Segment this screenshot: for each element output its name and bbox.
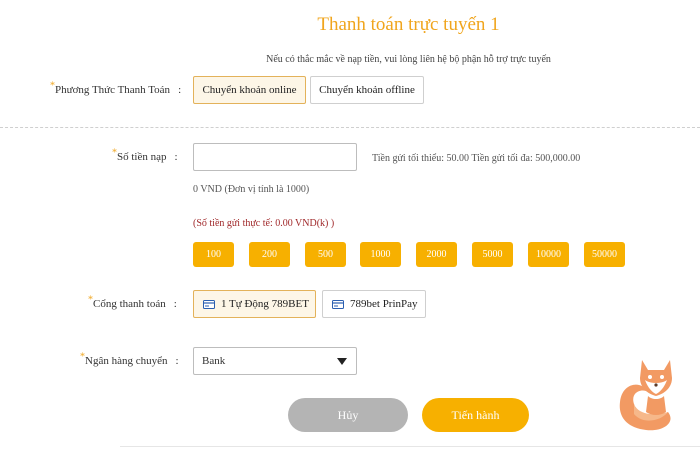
quick-amount-2000[interactable]: 2000 [416,242,457,267]
actual-amount-note: (Số tiền gửi thực tế: 0.00 VND(k) ) [193,218,335,229]
bottom-divider [120,446,700,447]
method-online-button[interactable]: Chuyển khoản online [193,76,306,104]
dropdown-arrow-icon [337,358,347,365]
quick-amount-5000[interactable]: 5000 [472,242,513,267]
fox-mascot-icon[interactable] [612,352,692,432]
gateway-label: *Cổng thanh toán: [88,294,177,310]
page-subtitle: Nếu có thắc mắc về nạp tiền, vui lòng li… [266,54,551,65]
submit-button[interactable]: Tiến hành [422,398,529,432]
gateway-option-2[interactable]: 789bet PrinPay [322,290,426,318]
quick-amount-200[interactable]: 200 [249,242,290,267]
gateway-option-2-label: 789bet PrinPay [350,298,418,310]
deposit-limits-text: Tiền gửi tối thiểu: 50.00 Tiền gửi tối đ… [372,153,581,164]
gateway-option-1[interactable]: 1 Tự Động 789BET [193,290,316,318]
method-offline-button[interactable]: Chuyển khoản offline [310,76,424,104]
quick-amount-10000[interactable]: 10000 [528,242,569,267]
quick-amount-1000[interactable]: 1000 [360,242,401,267]
amount-label: *Số tiền nạp: [112,147,178,163]
card-icon [203,299,215,309]
bank-select[interactable]: Bank [193,347,357,375]
amount-input[interactable] [193,143,357,171]
gateway-option-1-label: 1 Tự Động 789BET [221,298,309,310]
cancel-button[interactable]: Hủy [288,398,408,432]
quick-amount-500[interactable]: 500 [305,242,346,267]
section-divider [0,127,700,128]
quick-amount-50000[interactable]: 50000 [584,242,625,267]
payment-method-label: *Phương Thức Thanh Toán: [50,80,182,96]
vnd-unit-note: 0 VND (Đơn vị tính là 1000) [193,184,310,195]
page-title: Thanh toán trực tuyến 1 [317,14,500,35]
card-icon [332,299,344,309]
quick-amount-100[interactable]: 100 [193,242,234,267]
bank-label: *Ngân hàng chuyển: [80,351,179,367]
bank-select-value: Bank [202,355,226,367]
